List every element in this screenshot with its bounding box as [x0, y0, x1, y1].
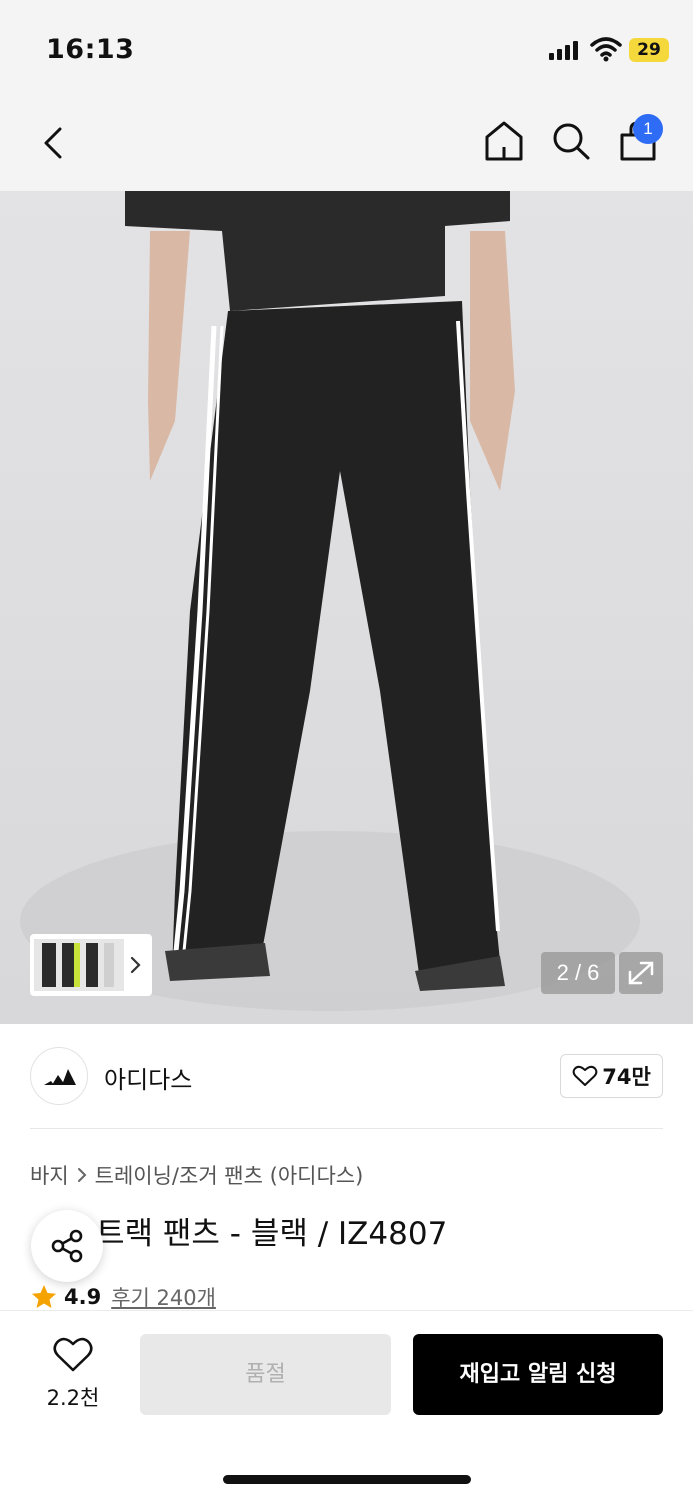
thumbnail-image — [34, 939, 124, 991]
image-counter: 2 / 6 — [541, 952, 615, 994]
star-icon — [32, 1285, 56, 1308]
heart-icon — [572, 1065, 598, 1086]
restock-alert-button[interactable]: 재입고 알림 신청 — [413, 1334, 663, 1415]
rating-row: 4.9 후기 240개 — [30, 1282, 216, 1312]
divider — [30, 1128, 663, 1129]
wifi-icon — [590, 37, 622, 62]
search-icon[interactable] — [548, 117, 594, 165]
product-photo-illustration — [20, 191, 640, 1011]
chevron-right-icon — [77, 1168, 87, 1182]
signal-icon — [549, 40, 578, 60]
product-title: 트랙 팬츠 - 블랙 / IZ4807 — [96, 1216, 448, 1252]
status-bar: 16:13 29 — [0, 0, 693, 95]
breadcrumb-item-category[interactable]: 바지 — [30, 1160, 69, 1190]
back-icon[interactable] — [32, 119, 76, 167]
brand-name[interactable]: 아디다스 — [104, 1060, 192, 1095]
share-button[interactable] — [31, 1210, 103, 1282]
brand-like-count: 74만 — [602, 1065, 651, 1089]
home-indicator[interactable] — [223, 1475, 471, 1484]
chevron-right-icon[interactable] — [128, 952, 144, 978]
status-time: 16:13 — [46, 34, 135, 65]
adidas-logo-icon — [44, 1069, 76, 1085]
home-icon[interactable] — [481, 117, 527, 165]
wishlist-count: 2.2천 — [46, 1386, 100, 1410]
battery-icon: 29 — [629, 38, 669, 62]
breadcrumb: 바지 트레이닝/조거 팬츠 (아디다스) — [30, 1160, 363, 1190]
expand-icon — [628, 961, 654, 985]
breadcrumb-item-subcategory[interactable]: 트레이닝/조거 팬츠 (아디다스) — [95, 1160, 364, 1190]
heart-icon — [53, 1337, 93, 1372]
cart-count-badge: 1 — [633, 114, 663, 144]
product-image[interactable] — [0, 191, 693, 1024]
brand-logo[interactable] — [30, 1047, 88, 1105]
soldout-button: 품절 — [140, 1334, 391, 1415]
brand-like-button[interactable]: 74만 — [560, 1054, 663, 1098]
top-nav — [0, 95, 693, 191]
expand-button[interactable] — [619, 952, 663, 994]
rating-value: 4.9 — [64, 1285, 102, 1309]
share-icon — [51, 1229, 83, 1263]
reviews-link[interactable]: 후기 240개 — [111, 1282, 216, 1312]
